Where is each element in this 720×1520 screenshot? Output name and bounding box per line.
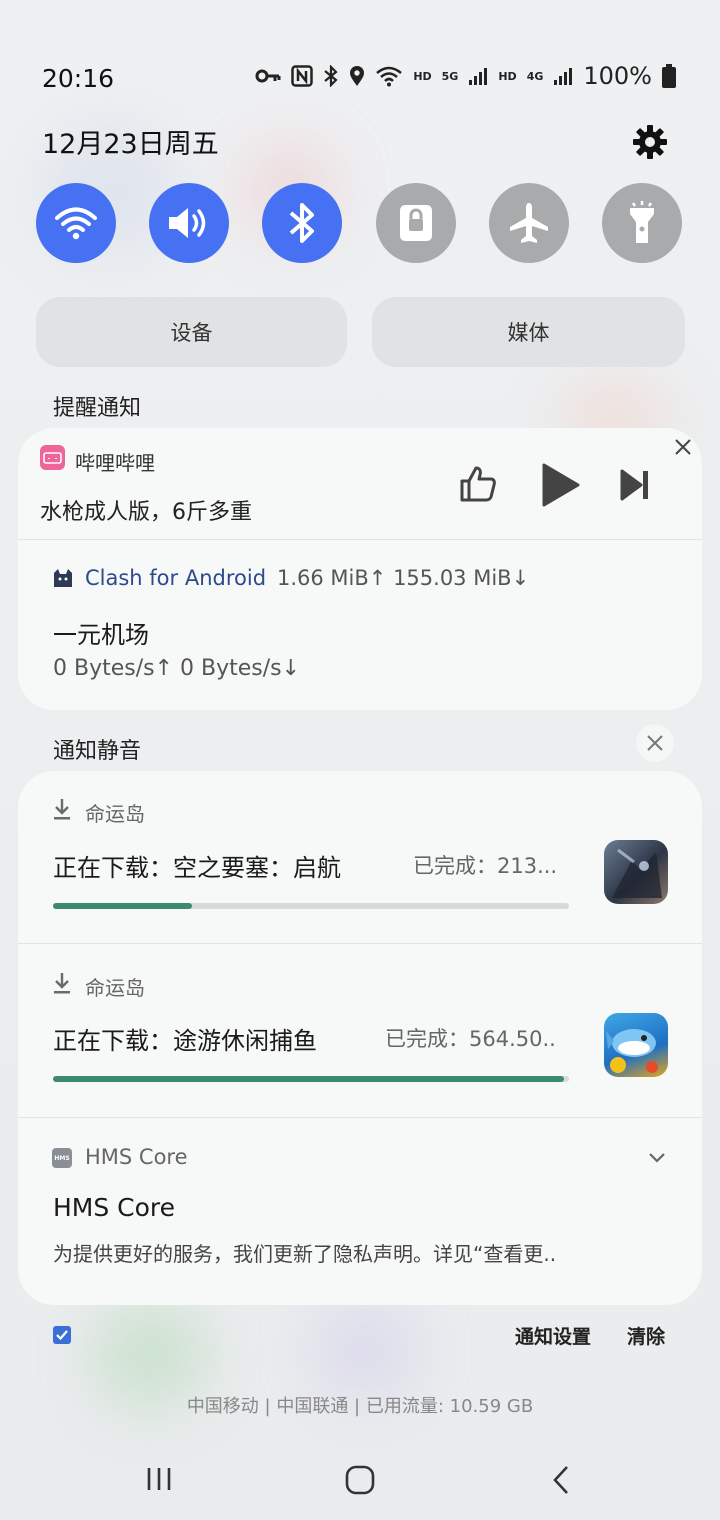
clash-profile-title: 一元机场 [53,621,149,649]
wifi-icon [55,207,97,240]
bluetooth-icon [324,65,338,87]
download-notification-1[interactable]: 命运岛 正在下载：空之要塞：启航 已完成：213... [18,771,702,943]
hms-app-icon: HMS [52,1148,72,1168]
lock-icon [400,205,432,241]
download-app-name: 命运岛 [85,802,145,826]
background-blur [310,1300,420,1400]
battery-icon [662,64,676,88]
battery-percent: 100% [583,62,652,90]
download-app-name: 命运岛 [85,976,145,1000]
recent-apps-icon[interactable] [146,1466,172,1492]
alerting-notification-group: 哔哩哔哩 水枪成人版，6斤多重 Clash for Android 1.66 M… [18,428,702,710]
silent-notification-group: 命运岛 正在下载：空之要塞：启航 已完成：213... 命运岛 正在下载：途游休… [18,771,702,1305]
download-progress-bar [53,903,569,909]
bilibili-app-name: 哔哩哔哩 [75,451,155,475]
bilibili-notification[interactable]: 哔哩哔哩 水枪成人版，6斤多重 [18,428,702,538]
vpn-key-icon [255,69,281,83]
network-hd-label-2: HD [498,69,517,83]
navigation-bar [0,1440,720,1520]
sound-toggle[interactable] [149,183,229,263]
download-title: 正在下载：空之要塞：启航 [53,854,341,882]
alerting-section-title: 提醒通知 [53,396,142,421]
signal-icon [469,68,488,85]
silent-section-title: 通知静音 [53,739,142,764]
clear-button[interactable]: 清除 [627,1322,665,1349]
download-notification-2[interactable]: 命运岛 正在下载：途游休闲捕鱼 已完成：564.50.. [18,944,702,1117]
download-progress-bar [53,1076,569,1082]
download-icon [54,973,70,994]
download-title: 正在下载：途游休闲捕鱼 [53,1027,317,1055]
rotation-lock-toggle[interactable] [376,183,456,263]
hms-app-name: HMS Core [85,1145,188,1169]
clash-speed: 0 Bytes/s↑ 0 Bytes/s↓ [53,656,301,681]
volume-icon [169,208,206,238]
download-status: 已完成：213... [413,854,558,878]
airplane-icon [510,203,548,243]
close-icon[interactable] [674,438,692,456]
network-hd-label: HD [413,69,432,83]
nfc-icon [291,65,314,87]
clock: 20:16 [42,64,115,93]
network-4g-label: 4G [526,69,544,83]
like-icon[interactable] [458,464,498,504]
check-icon [56,1330,68,1341]
skip-next-icon[interactable] [619,468,651,502]
network-5g-label: 5G [441,69,459,83]
status-icons: HD 5G HD 4G 100% [255,62,676,90]
bluetooth-toggle[interactable] [262,183,342,263]
clash-notification[interactable]: Clash for Android 1.66 MiB↑ 155.03 MiB↓ … [18,540,702,710]
download-icon [54,799,70,820]
flashlight-icon [630,201,654,243]
home-icon[interactable] [345,1465,375,1495]
clash-traffic: 1.66 MiB↑ 155.03 MiB↓ [277,566,530,590]
back-icon[interactable] [552,1465,570,1495]
clash-app-name: Clash for Android [85,566,267,590]
game-thumbnail-fishing [604,1013,668,1077]
notification-settings-button[interactable]: 通知设置 [515,1322,591,1349]
download-status: 已完成：564.50.. [385,1027,556,1051]
bluetooth-icon [289,203,314,243]
signal-icon-2 [554,68,573,85]
select-checkbox[interactable] [53,1326,71,1344]
airplane-toggle[interactable] [489,183,569,263]
close-icon [647,735,663,751]
wifi-status-icon [376,66,403,87]
date: 12月23日周五 [42,129,219,160]
hms-title: HMS Core [53,1193,176,1222]
chevron-down-icon[interactable] [648,1152,666,1164]
media-button[interactable]: 媒体 [372,297,685,367]
flashlight-toggle[interactable] [602,183,682,263]
bilibili-media-title: 水枪成人版，6斤多重 [40,500,252,525]
bilibili-app-icon [40,445,65,470]
dismiss-silent-button[interactable] [636,724,674,762]
status-bar: 20:16 HD 5G HD 4G 100% [0,52,720,104]
hms-body: 为提供更好的服务，我们更新了隐私声明。详见“查看更.. [53,1242,557,1266]
cat-icon [54,569,72,587]
hms-core-notification[interactable]: HMS HMS Core HMS Core 为提供更好的服务，我们更新了隐私声明… [18,1118,702,1288]
gear-icon[interactable] [630,122,670,162]
carrier-info: 中国移动 | 中国联通 | 已用流量: 10.59 GB [186,1396,534,1417]
wifi-toggle[interactable] [36,183,116,263]
location-icon [350,66,365,86]
play-icon[interactable] [540,462,580,508]
game-thumbnail-sky-fortress [604,840,668,904]
hms-app-icon-label: HMS [54,1154,70,1162]
devices-button[interactable]: 设备 [36,297,347,367]
